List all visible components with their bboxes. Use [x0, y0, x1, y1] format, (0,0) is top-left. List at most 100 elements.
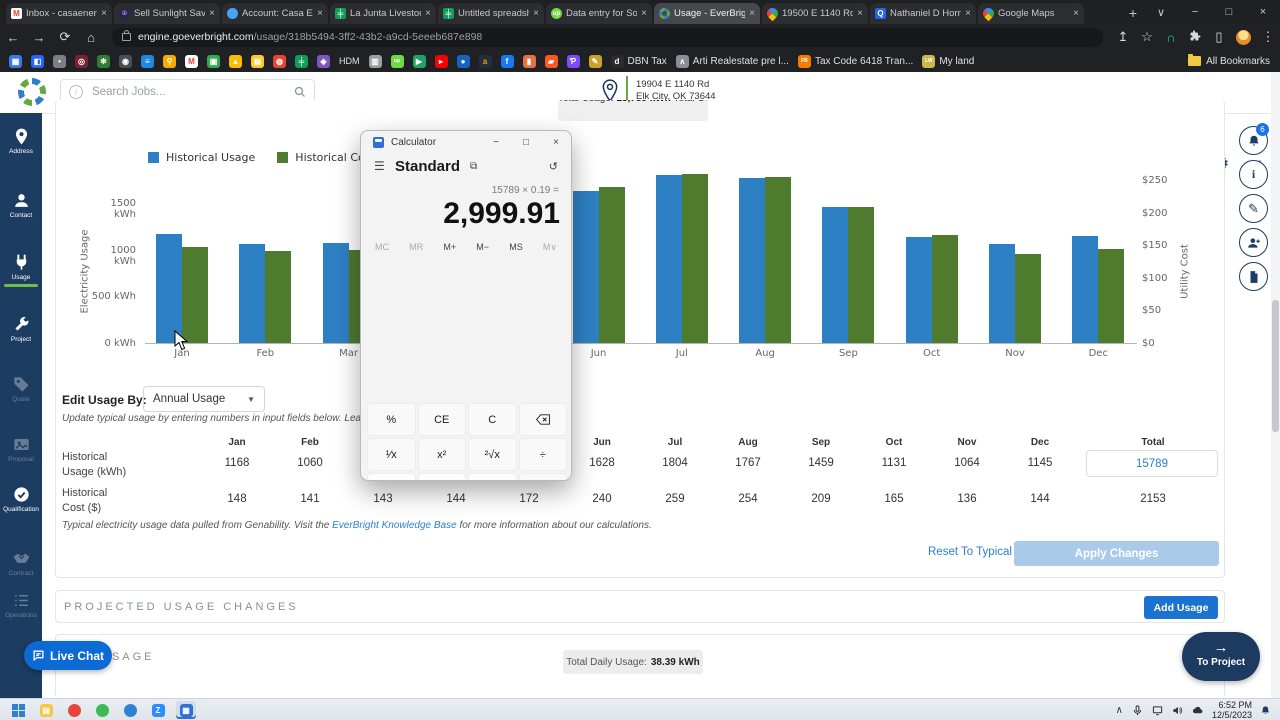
calc-key-÷[interactable]: ÷ [518, 438, 567, 471]
new-tab-button[interactable]: + [1122, 2, 1144, 24]
share-icon[interactable]: ↥ [1111, 29, 1135, 45]
sidebar-item-qualification[interactable]: Qualification [0, 485, 42, 513]
calc-menu-icon[interactable]: ☰ [374, 159, 387, 173]
bookmark-item-7[interactable]: ≡ [141, 54, 154, 68]
browser-tab-10[interactable]: Google Maps × [978, 3, 1084, 24]
side-panel-icon[interactable]: ▯ [1207, 29, 1231, 45]
tray-notifications-icon[interactable] [1260, 705, 1271, 716]
browser-tab-7[interactable]: Usage - EverBrigh × [654, 3, 760, 24]
bookmark-item-12[interactable]: ▤ [251, 54, 264, 68]
calculator-titlebar[interactable]: Calculator − □ × [361, 131, 571, 153]
bookmark-star-icon[interactable]: ☆ [1135, 29, 1159, 45]
back-icon[interactable]: ← [0, 30, 26, 45]
add-contact-button[interactable] [1239, 228, 1268, 257]
sidebar-item-address[interactable]: Address [0, 127, 42, 155]
add-usage-button[interactable]: Add Usage [1144, 596, 1218, 619]
browser-tab-3[interactable]: Account: Casa Ene × [222, 3, 328, 24]
bookmark-item-17[interactable]: ▥ [368, 54, 382, 68]
app-green-icon[interactable] [92, 701, 112, 719]
bookmark-item-22[interactable]: a [478, 54, 492, 68]
calc-key-7[interactable]: 7 [367, 473, 416, 480]
home-icon[interactable]: ⌂ [78, 30, 104, 45]
bookmark-item-28[interactable]: d DBN Tax [610, 54, 667, 68]
extensions-puzzle-icon[interactable] [1183, 30, 1207, 45]
reset-to-typical-button[interactable]: Reset To Typical [928, 546, 1012, 558]
calc-maximize-button[interactable]: □ [511, 137, 541, 148]
bookmark-item-3[interactable]: • [53, 54, 66, 68]
calc-minimize-button[interactable]: − [481, 137, 511, 148]
calculator-taskbar-icon[interactable]: ▦ [176, 701, 196, 719]
menu-dots-icon[interactable]: ⋮ [1256, 29, 1280, 45]
browser-tab-8[interactable]: 19500 E 1140 Rd × [762, 3, 868, 24]
bookmark-item-31[interactable]: LW My land [922, 54, 974, 68]
bookmark-item-25[interactable]: ▰ [544, 54, 558, 68]
edit-usage-dropdown[interactable]: Annual Usage ▼ [143, 386, 265, 412]
browser-tab-1[interactable]: M Inbox - casaenerg × [6, 3, 112, 24]
bookmark-item-4[interactable]: ◎ [75, 54, 88, 68]
calc-key-CE[interactable]: CE [417, 403, 466, 436]
bookmark-item-1[interactable]: ▦ [9, 54, 22, 68]
profile-avatar[interactable] [1236, 29, 1251, 45]
tray-display-icon[interactable] [1152, 705, 1163, 716]
bookmark-item-29[interactable]: ∧ Arti Realestate pre l... [675, 54, 789, 68]
edge-icon[interactable] [120, 701, 140, 719]
calc-key-⌫[interactable] [518, 403, 567, 436]
calc-key-8[interactable]: 8 [417, 473, 466, 480]
to-project-button[interactable]: → To Project [1182, 632, 1260, 681]
live-chat-button[interactable]: Live Chat [24, 641, 112, 670]
bookmark-item-26[interactable]: Ƥ [566, 54, 580, 68]
calc-key-C[interactable]: C [468, 403, 517, 436]
bookmark-item-19[interactable]: ▶ [412, 54, 426, 68]
history-icon[interactable]: ↺ [549, 160, 558, 173]
bookmark-item-10[interactable]: ▣ [207, 54, 220, 68]
maximize-button[interactable]: □ [1212, 6, 1246, 18]
bookmark-item-16[interactable]: HDM [339, 56, 360, 66]
search-input[interactable] [90, 85, 294, 99]
documents-button[interactable] [1239, 262, 1268, 291]
bookmark-item-21[interactable]: ● [456, 54, 470, 68]
zoom-icon[interactable]: Z [148, 701, 168, 719]
info-button[interactable]: i [1239, 160, 1268, 189]
knowledge-base-link[interactable]: EverBright Knowledge Base [332, 520, 457, 531]
tab-close-icon[interactable]: × [857, 8, 863, 19]
browser-tab-2[interactable]: ☮ Sell Sunlight Savin× [114, 3, 220, 24]
calc-memory-M+[interactable]: M+ [443, 242, 456, 253]
browser-tab-5[interactable]: ╪ Untitled spreadsh × [438, 3, 544, 24]
browser-tab-6[interactable]: up Data entry for Sol × [546, 3, 652, 24]
bookmark-item-5[interactable]: ✻ [97, 54, 110, 68]
forward-icon[interactable]: → [26, 30, 52, 45]
tab-close-icon[interactable]: × [749, 8, 755, 19]
sidebar-item-contact[interactable]: Contact [0, 191, 42, 219]
tray-cloud-icon[interactable] [1192, 705, 1203, 716]
bookmark-item-24[interactable]: ▮ [522, 54, 536, 68]
tab-close-icon[interactable]: × [533, 8, 539, 19]
calc-key-9[interactable]: 9 [468, 473, 517, 480]
extension-arc-icon[interactable]: ∩ [1159, 30, 1183, 45]
browser-tab-9[interactable]: Q Nathaniel D Horn × [870, 3, 976, 24]
address-bar[interactable]: engine.goeverbright.com /usage/318b5494-… [112, 27, 1103, 47]
bookmark-item-11[interactable]: ▲ [229, 54, 242, 68]
tray-mic-icon[interactable] [1132, 704, 1143, 716]
edit-button[interactable]: ✎ [1239, 194, 1268, 223]
calc-close-button[interactable]: × [541, 137, 571, 148]
close-button[interactable]: × [1246, 6, 1280, 18]
bookmark-item-15[interactable]: ◆ [317, 54, 330, 68]
bookmark-item-23[interactable]: f [500, 54, 514, 68]
tray-speaker-icon[interactable] [1172, 705, 1183, 716]
tray-chevron-up-icon[interactable]: ∧ [1116, 705, 1123, 716]
tab-close-icon[interactable]: × [209, 8, 215, 19]
minimize-button[interactable]: − [1178, 6, 1212, 18]
scrollbar-thumb[interactable] [1272, 300, 1279, 432]
all-bookmarks[interactable]: All Bookmarks [1188, 54, 1270, 67]
tab-search-icon[interactable]: ∨ [1144, 6, 1178, 19]
browser-tab-4[interactable]: ╪ La Junta Livestock × [330, 3, 436, 24]
calc-memory-M−[interactable]: M− [476, 242, 489, 253]
calc-key-¹⁄x[interactable]: ¹⁄x [367, 438, 416, 471]
sidebar-item-usage[interactable]: Usage [0, 253, 42, 287]
file-explorer-icon[interactable]: ▤ [36, 701, 56, 719]
clock[interactable]: 6:52 PM 12/5/2023 [1212, 700, 1252, 720]
bookmark-item-13[interactable]: ◍ [273, 54, 286, 68]
tab-close-icon[interactable]: × [425, 8, 431, 19]
sidebar-item-project[interactable]: Project [0, 315, 42, 343]
tab-close-icon[interactable]: × [317, 8, 323, 19]
